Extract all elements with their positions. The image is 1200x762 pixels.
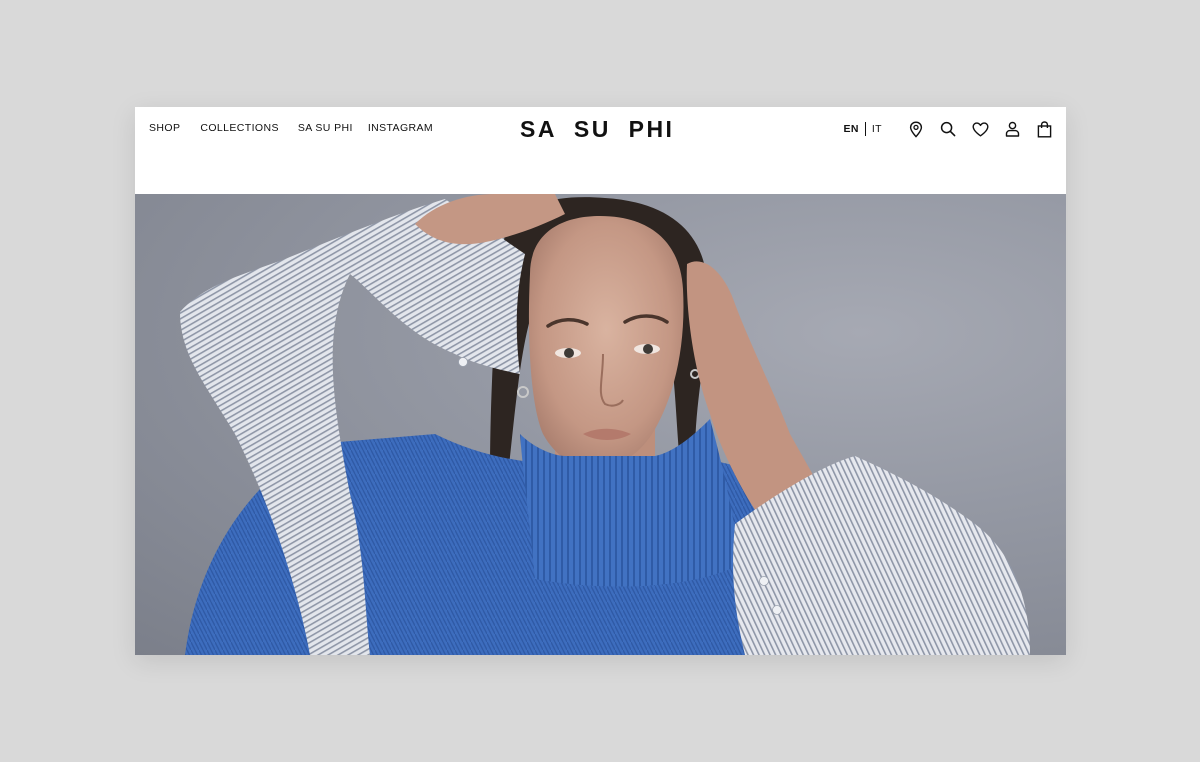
utility-bar: EN IT: [843, 119, 1054, 139]
brand-logo[interactable]: SA SU PHI: [520, 116, 674, 143]
lang-it-option[interactable]: IT: [872, 123, 882, 135]
nav-link-collections[interactable]: COLLECTIONS: [200, 122, 279, 134]
nav-link-instagram[interactable]: INSTAGRAM: [368, 122, 433, 134]
shopping-bag-icon[interactable]: [1034, 119, 1054, 139]
website-frame: SHOP COLLECTIONS SA SU PHI INSTAGRAM SA …: [135, 107, 1066, 655]
language-switcher: EN IT: [843, 122, 882, 136]
location-pin-icon[interactable]: [906, 119, 926, 139]
site-header: SHOP COLLECTIONS SA SU PHI INSTAGRAM SA …: [135, 107, 1066, 194]
search-icon[interactable]: [938, 119, 958, 139]
lang-divider: [864, 122, 866, 136]
nav-link-sa-su-phi[interactable]: SA SU PHI: [298, 122, 353, 134]
heart-icon[interactable]: [970, 119, 990, 139]
lang-en-option[interactable]: EN: [843, 123, 858, 135]
hero-image: [180, 194, 1030, 655]
user-icon[interactable]: [1002, 119, 1022, 139]
hero-banner[interactable]: [135, 194, 1066, 655]
main-nav: SHOP COLLECTIONS SA SU PHI INSTAGRAM: [149, 122, 433, 134]
nav-link-shop[interactable]: SHOP: [149, 122, 180, 134]
